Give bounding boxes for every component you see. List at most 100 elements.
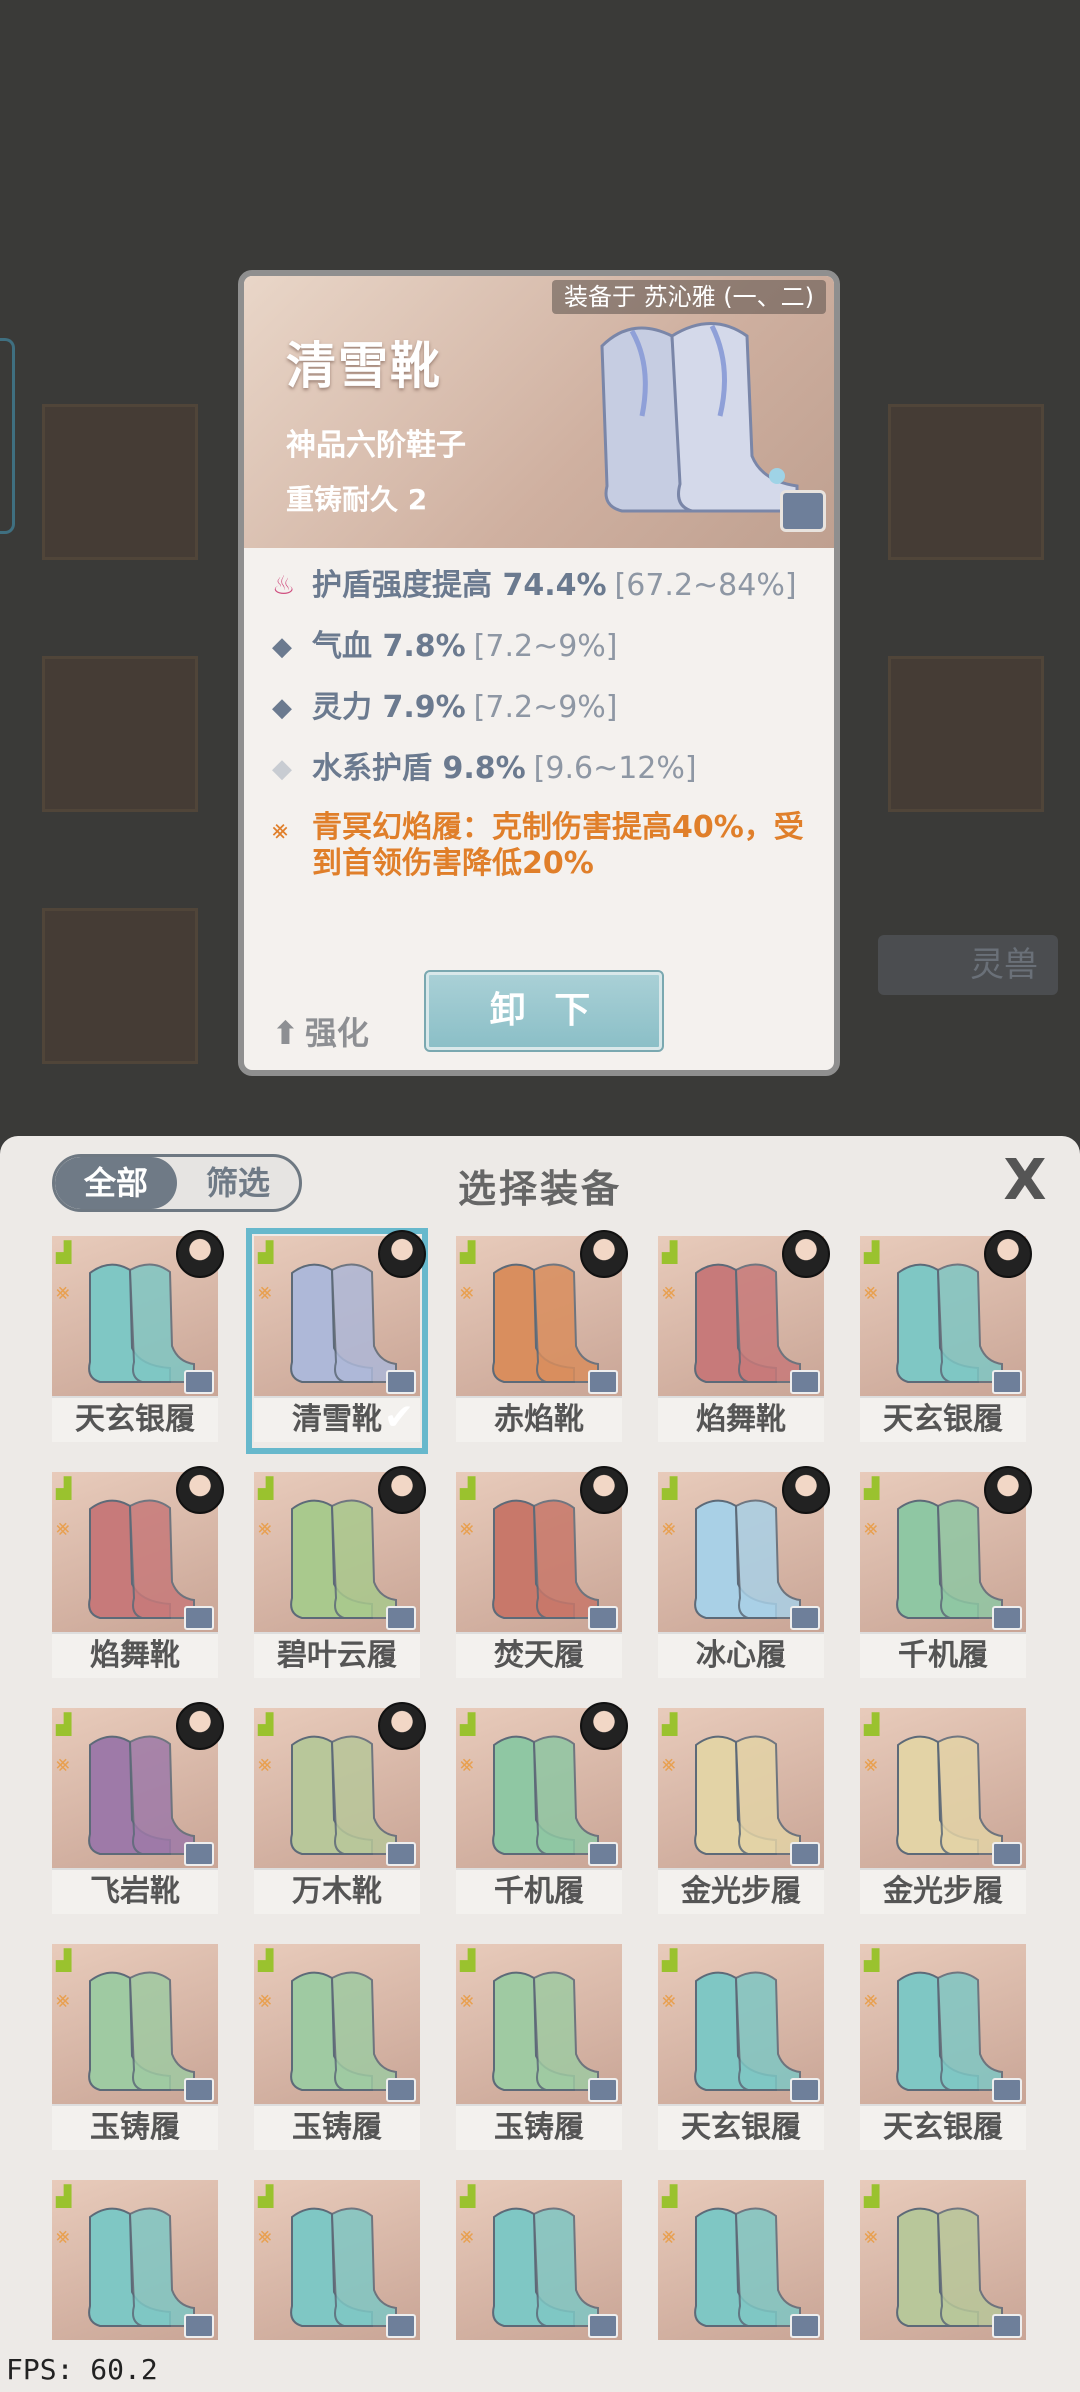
boot-type-icon: ▟ [864,2184,880,2208]
equipment-card[interactable]: ▟ ⨳ 千机履 [456,1702,628,1918]
cross-rune-icon: ⨳ [662,1516,676,1541]
chest-icon [184,1606,214,1630]
equipment-card[interactable]: ▟ ⨳ 清雪靴 ✔ [246,1228,428,1454]
equipment-card[interactable]: ▟ ⨳ 天玄银履 [52,1230,224,1446]
chest-icon [184,1842,214,1866]
item-grade: 神品六阶鞋子 [286,428,466,463]
boot-type-icon: ▟ [56,1712,72,1736]
stat-name: 水系护盾 9.8% [312,751,526,786]
item-name-label: 金光步履 [658,1868,824,1914]
close-icon[interactable]: X [996,1152,1054,1210]
boot-type-icon: ▟ [258,1476,274,1500]
equipment-card[interactable]: ▟ ⨳ 赤焰靴 [456,1230,628,1446]
item-name-label: 赤焰靴 [456,1396,622,1442]
stat-row: ♨ 护盾强度提高 74.4% [67.2~84%] [272,566,832,606]
equipment-card[interactable]: ▟ ⨳ 焰舞靴 [658,1230,830,1446]
boot-icon [88,2207,195,2327]
equipment-card[interactable]: ▟ ⨳ 玉铸履 [52,1944,218,2154]
item-name-label: 焚天履 [456,1632,622,1678]
boot-icon [694,1735,801,1855]
stat-name: 护盾强度提高 74.4% [312,568,607,603]
boot-type-icon: ▟ [662,1712,678,1736]
equipment-card[interactable]: ▟ ⨳ [456,2180,622,2390]
equipment-card[interactable]: ▟ ⨳ [860,2180,1026,2390]
equipment-card[interactable]: ▟ ⨳ 碧叶云履 [254,1466,426,1682]
equipment-card[interactable]: ▟ ⨳ 飞岩靴 [52,1702,224,1918]
cross-rune-icon: ⨳ [662,1752,676,1777]
upgrade-button[interactable]: ⬆ 强化 [272,1008,369,1054]
bg-equip-slot [42,404,198,560]
diamond-icon: ◆ [272,693,292,723]
chest-icon [386,1606,416,1630]
equipment-card[interactable]: ▟ ⨳ 天玄银履 [658,1944,824,2154]
owner-avatar [580,1230,628,1278]
cross-rune-icon: ⨳ [460,1752,474,1777]
equipment-card[interactable]: ▟ ⨳ 天玄银履 [860,1944,1026,2154]
chest-icon [790,1370,820,1394]
equipment-card[interactable]: ▟ ⨳ 焚天履 [456,1466,628,1682]
equipment-card[interactable]: ▟ ⨳ 玉铸履 [456,1944,622,2154]
equipment-card[interactable]: ▟ ⨳ 千机履 [860,1466,1032,1682]
boot-type-icon: ▟ [460,1948,476,1972]
boot-icon [492,1263,599,1383]
owner-avatar [782,1466,830,1514]
owner-avatar [378,1702,426,1750]
cross-rune-icon: ⨳ [272,815,289,845]
stat-row: ◆ 气血 7.8% [7.2~9%] [272,627,832,667]
boot-type-icon: ▟ [864,1240,880,1264]
chest-icon[interactable] [780,490,826,532]
item-name-label: 千机履 [456,1868,622,1914]
equipment-card[interactable]: ▟ ⨳ 玉铸履 [254,1944,420,2154]
boot-icon [88,1971,195,2091]
boot-type-icon: ▟ [460,1712,476,1736]
stat-range: [9.6~12%] [533,751,697,786]
item-name-label: 焰舞靴 [52,1632,218,1678]
cross-rune-icon: ⨳ [460,1280,474,1305]
chest-icon [386,2078,416,2102]
cross-rune-icon: ⨳ [258,1988,272,2013]
stat-range: [7.2~9%] [473,690,618,725]
panel-title: 选择装备 [457,1167,622,1211]
cross-rune-icon: ⨳ [460,2224,474,2249]
boot-icon [492,1971,599,2091]
boot-type-icon: ▟ [258,2184,274,2208]
boot-icon [896,1735,1003,1855]
owner-avatar [378,1466,426,1514]
unequip-button[interactable]: 卸 下 [424,970,664,1052]
cross-rune-icon: ⨳ [864,1752,878,1777]
boot-icon [290,1263,397,1383]
item-name-label: 玉铸履 [52,2104,218,2150]
boot-icon [88,1499,195,1619]
cross-rune-icon: ⨳ [662,1280,676,1305]
boot-type-icon: ▟ [662,2184,678,2208]
cross-rune-icon: ⨳ [258,1280,272,1305]
boot-icon [896,2207,1003,2327]
equipment-card[interactable]: ▟ ⨳ 天玄银履 [860,1230,1032,1446]
chest-icon [588,1606,618,1630]
boot-icon [896,1971,1003,2091]
stat-row: ◆ 水系护盾 9.8% [9.6~12%] [272,749,832,789]
cross-rune-icon: ⨳ [56,2224,70,2249]
equipment-card[interactable]: ▟ ⨳ 金光步履 [860,1708,1026,1918]
equipment-card[interactable]: ▟ ⨳ 焰舞靴 [52,1466,224,1682]
cross-rune-icon: ⨳ [864,2224,878,2249]
equipment-card[interactable]: ▟ ⨳ 万木靴 [254,1702,426,1918]
equipment-card[interactable]: ▟ ⨳ [254,2180,420,2390]
equipment-card[interactable]: ▟ ⨳ 冰心履 [658,1466,830,1682]
item-name-label: 飞岩靴 [52,1868,218,1914]
boot-icon [492,1499,599,1619]
cross-rune-icon: ⨳ [662,1988,676,2013]
cross-rune-icon: ⨳ [258,2224,272,2249]
chest-icon [386,1370,416,1394]
item-name-label: 万木靴 [254,1868,420,1914]
chest-icon [790,2078,820,2102]
boot-icon [694,1263,801,1383]
chest-icon [386,2314,416,2338]
boot-type-icon: ▟ [864,1948,880,1972]
equipment-card[interactable]: ▟ ⨳ [658,2180,824,2390]
stat-name: 气血 7.8% [312,629,466,664]
item-name-label: 玉铸履 [254,2104,420,2150]
boot-icon [492,2207,599,2327]
item-name-label: 天玄银履 [860,1396,1026,1442]
equipment-card[interactable]: ▟ ⨳ 金光步履 [658,1708,824,1918]
